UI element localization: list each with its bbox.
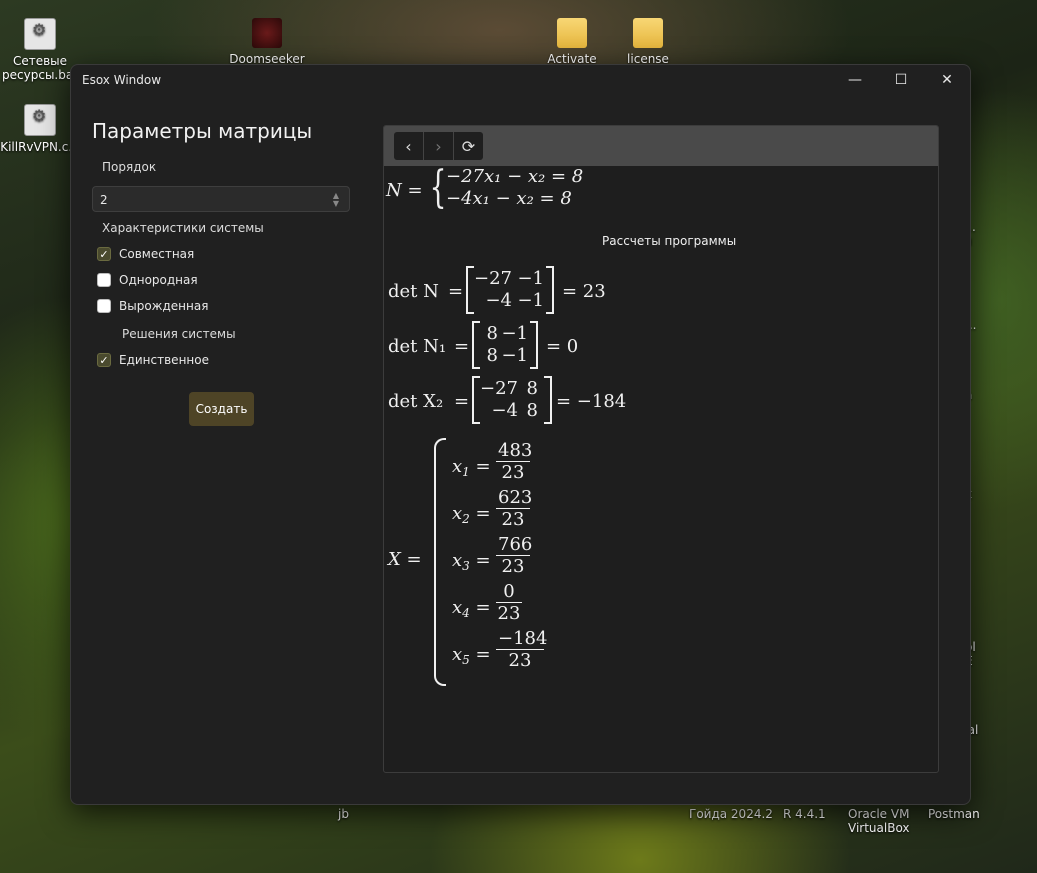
close-icon: ✕	[941, 72, 953, 88]
checkbox-box[interactable]	[97, 273, 111, 287]
bat-file-icon	[24, 104, 56, 136]
calculations-heading: Рассчеты программы	[602, 234, 737, 248]
order-number-input[interactable]: 2 ▲ ▼	[92, 186, 350, 212]
system-name: N =	[386, 180, 423, 201]
maximize-icon: ☐	[894, 72, 908, 88]
chevron-right-icon: ›	[435, 136, 442, 156]
characteristics-label: Характеристики системы	[102, 221, 264, 235]
window-title: Esox Window	[82, 73, 162, 87]
spin-arrows-icon[interactable]: ▲ ▼	[331, 192, 341, 208]
det-result: = 0	[546, 336, 579, 357]
nav-button-group: ‹ › ⟳	[394, 132, 483, 160]
desktop-icon-activate[interactable]: Activate	[532, 18, 612, 66]
desktop-label-goyda[interactable]: Гойда 2024.2	[689, 807, 773, 821]
checkmark-icon[interactable]: ✓	[97, 247, 111, 261]
det-label: det N₁	[388, 336, 447, 357]
desktop-icon-network-bat[interactable]: Сетевые ресурсы.bat	[0, 18, 80, 82]
checkbox-label: Единственное	[119, 353, 209, 367]
order-value: 2	[100, 193, 108, 207]
create-button[interactable]: Создать	[189, 392, 254, 426]
checkbox-label: Совместная	[119, 247, 195, 261]
equals-sign: =	[454, 336, 470, 357]
det-label: det N	[388, 281, 439, 302]
checkbox-label: Однородная	[119, 273, 198, 287]
solution-fraction: −184 23	[496, 628, 548, 671]
solution-name: X =	[388, 549, 422, 570]
brace-icon	[434, 438, 446, 686]
solution-var: x2 =	[452, 503, 491, 526]
solution-fraction: 623 23	[496, 487, 533, 530]
checkbox-homogeneous[interactable]: Однородная	[97, 272, 198, 288]
matrix-cell: −4	[485, 290, 512, 311]
matrix: 8 −1 8 −1	[472, 321, 538, 369]
forward-button[interactable]: ›	[424, 132, 454, 160]
solution-var: x3 =	[452, 550, 491, 573]
desktop-icon-label: KillRvVPN.c...	[0, 140, 80, 154]
title-bar[interactable]: Esox Window — ☐ ✕	[71, 65, 970, 95]
refresh-icon: ⟳	[461, 136, 476, 156]
matrix-cell: 8	[526, 378, 538, 399]
desktop-icon-killrvvpn[interactable]: KillRvVPN.c...	[0, 104, 80, 154]
webview-panel: ‹ › ⟳ N = { −27x₁ − x₂ = 8 −4x₁ − x₂ = 8…	[383, 125, 939, 773]
equals-sign: =	[448, 281, 464, 302]
app-window: Esox Window — ☐ ✕ Параметры матрицы Поря…	[70, 64, 971, 805]
equation-1: −27x₁ − x₂ = 8	[446, 166, 584, 187]
matrix-cell: −27	[480, 378, 518, 399]
parameters-panel: Параметры матрицы Порядок 2 ▲ ▼ Характери…	[71, 95, 371, 795]
checkbox-unique[interactable]: ✓ Единственное	[97, 352, 209, 368]
det-label: det X₂	[388, 391, 444, 412]
doomseeker-icon	[252, 18, 282, 48]
webview-content: N = { −27x₁ − x₂ = 8 −4x₁ − x₂ = 8 Рассч…	[384, 166, 938, 772]
equals-sign: =	[454, 391, 470, 412]
checkbox-degenerate[interactable]: Вырожденная	[97, 298, 208, 314]
page-title: Параметры матрицы	[92, 119, 313, 143]
desktop-icon-doomseeker[interactable]: Doomseeker	[227, 18, 307, 66]
refresh-button[interactable]: ⟳	[454, 132, 483, 160]
matrix-cell: −1	[517, 290, 544, 311]
matrix: −27 8 −4 8	[472, 376, 552, 424]
checkbox-box[interactable]	[97, 299, 111, 313]
det-result: = −184	[556, 391, 627, 412]
back-button[interactable]: ‹	[394, 132, 424, 160]
desktop-label-virtualbox[interactable]: Oracle VM VirtualBox	[848, 807, 918, 835]
minimize-icon: —	[848, 72, 862, 88]
folder-icon	[557, 18, 587, 48]
bat-file-icon	[24, 18, 56, 50]
matrix-cell: −4	[491, 400, 518, 421]
matrix: −27 −1 −4 −1	[466, 266, 554, 314]
desktop-label-r[interactable]: R 4.4.1	[783, 807, 826, 821]
det-result: = 23	[562, 281, 606, 302]
matrix-cell: −1	[501, 345, 528, 366]
matrix-cell: 8	[486, 323, 498, 344]
brace-icon: {	[429, 162, 447, 213]
desktop-label-postman[interactable]: Postman	[928, 807, 980, 821]
order-label: Порядок	[102, 160, 157, 174]
matrix-cell: −27	[474, 268, 512, 289]
checkbox-consistent[interactable]: ✓ Совместная	[97, 246, 194, 262]
solution-var: x4 =	[452, 597, 491, 620]
chevron-left-icon: ‹	[405, 136, 412, 156]
close-button[interactable]: ✕	[924, 65, 970, 95]
webview-toolbar: ‹ › ⟳	[384, 126, 938, 166]
solution-var: x5 =	[452, 644, 491, 667]
minimize-button[interactable]: —	[832, 65, 878, 95]
solution-fraction: 0 23	[496, 581, 522, 624]
solution-var: x1 =	[452, 456, 491, 479]
solution-fraction: 483 23	[496, 440, 533, 483]
desktop-icon-label: Сетевые ресурсы.bat	[2, 54, 78, 82]
desktop-icon-license[interactable]: license	[608, 18, 688, 66]
maximize-button[interactable]: ☐	[878, 65, 924, 95]
solution-fraction: 766 23	[496, 534, 533, 577]
checkmark-icon[interactable]: ✓	[97, 353, 111, 367]
equation-2: −4x₁ − x₂ = 8	[446, 188, 572, 209]
matrix-cell: −1	[501, 323, 528, 344]
solutions-label: Решения системы	[122, 327, 236, 341]
matrix-cell: −1	[517, 268, 544, 289]
desktop-label-jb[interactable]: jb	[338, 807, 349, 821]
matrix-cell: 8	[526, 400, 538, 421]
checkbox-label: Вырожденная	[119, 299, 209, 313]
folder-icon	[633, 18, 663, 48]
matrix-cell: 8	[486, 345, 498, 366]
